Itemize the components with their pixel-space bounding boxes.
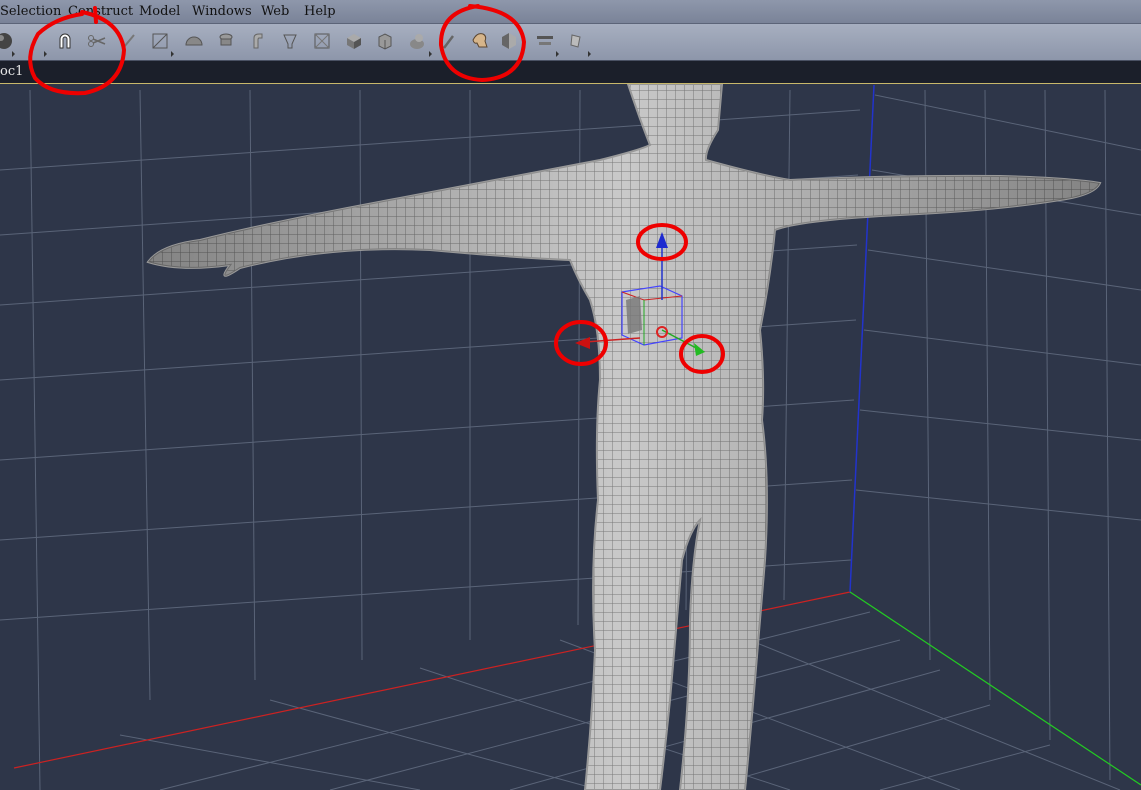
z-axis-line <box>849 591 1141 786</box>
menu-windows[interactable]: Windows <box>192 4 252 19</box>
document-tab[interactable]: oc1 <box>0 64 23 79</box>
box-frame-icon[interactable] <box>310 29 334 53</box>
human-mesh-model[interactable] <box>146 84 1102 790</box>
paintbrush-icon[interactable] <box>437 29 461 53</box>
taper-icon[interactable] <box>278 29 302 53</box>
sweep-icon[interactable] <box>214 29 238 53</box>
menu-construct[interactable]: Construct <box>68 4 133 19</box>
bend-icon[interactable] <box>246 29 270 53</box>
align-icon[interactable] <box>533 29 557 53</box>
toolbar <box>0 24 1141 61</box>
pose-head-icon[interactable] <box>405 29 429 53</box>
scene-canvas[interactable] <box>0 84 1141 790</box>
menu-selection[interactable]: Selection <box>0 4 61 19</box>
scissors-icon[interactable] <box>85 29 109 53</box>
menu-web[interactable]: Web <box>261 4 289 19</box>
skin-shaper-icon[interactable] <box>468 29 492 53</box>
magnet-icon[interactable] <box>53 29 77 53</box>
cube-icon[interactable] <box>342 29 366 53</box>
sphere-icon[interactable] <box>0 29 16 53</box>
box-cut-icon[interactable] <box>373 29 397 53</box>
fit-box-icon[interactable] <box>148 29 172 53</box>
document-tab-bar: oc1 <box>0 61 1141 84</box>
menu-help[interactable]: Help <box>304 4 336 19</box>
menu-bar: Selection Construct Model Windows Web He… <box>0 0 1141 24</box>
morph-icon[interactable] <box>564 29 588 53</box>
half-mold-icon[interactable] <box>497 29 521 53</box>
knife-icon[interactable] <box>117 29 141 53</box>
y-axis-line <box>849 84 875 593</box>
dome-icon[interactable] <box>182 29 206 53</box>
menu-model[interactable]: Model <box>139 4 180 19</box>
3d-viewport[interactable] <box>0 84 1141 790</box>
